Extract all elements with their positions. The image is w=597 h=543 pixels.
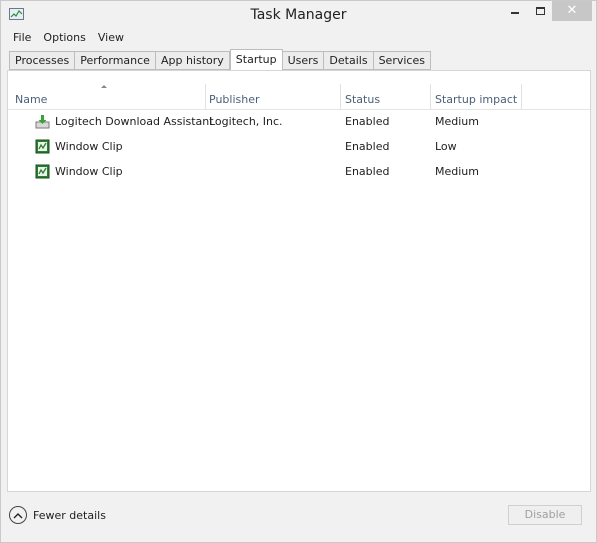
menu-view[interactable]: View [92, 30, 130, 46]
tab-details[interactable]: Details [324, 51, 374, 70]
tab-strip: Processes Performance App history Startu… [9, 49, 431, 71]
row-name: Window Clip [55, 140, 123, 153]
menu-options[interactable]: Options [37, 30, 91, 46]
task-manager-window: Task Manager ✕ File Options View Process… [0, 0, 597, 543]
row-startup-impact: Medium [435, 115, 479, 128]
maximize-icon [535, 7, 545, 15]
column-header-status[interactable]: Status [345, 91, 430, 109]
minimize-button[interactable] [502, 1, 528, 21]
column-divider[interactable] [521, 84, 522, 109]
minimize-icon [511, 12, 519, 14]
startup-list: Name Publisher Status Startup impact Log… [7, 70, 591, 492]
tab-performance[interactable]: Performance [75, 51, 156, 70]
tab-app-history[interactable]: App history [155, 51, 230, 70]
column-divider[interactable] [430, 84, 431, 109]
window-clip-icon [35, 139, 50, 154]
row-name: Logitech Download Assistant [55, 115, 214, 128]
close-button[interactable]: ✕ [552, 1, 592, 21]
close-icon: ✕ [566, 3, 578, 18]
disable-button[interactable]: Disable [508, 505, 582, 525]
sort-ascending-icon [101, 85, 107, 88]
column-header-name[interactable]: Name [15, 91, 205, 109]
column-divider[interactable] [340, 84, 341, 109]
table-row[interactable]: Window Clip Enabled Medium [8, 159, 590, 184]
window-clip-icon [35, 164, 50, 179]
row-status: Enabled [345, 165, 390, 178]
row-startup-impact: Medium [435, 165, 479, 178]
menu-bar: File Options View [7, 30, 130, 46]
row-startup-impact: Low [435, 140, 457, 153]
title-bar[interactable]: Task Manager ✕ [1, 1, 596, 30]
row-status: Enabled [345, 115, 390, 128]
fewer-details-toggle[interactable]: Fewer details [9, 505, 106, 525]
tab-processes[interactable]: Processes [9, 51, 76, 70]
table-row[interactable]: Logitech Download Assistant Logitech, In… [8, 109, 590, 134]
table-row[interactable]: Window Clip Enabled Low [8, 134, 590, 159]
column-header-startup-impact[interactable]: Startup impact [435, 91, 520, 109]
row-status: Enabled [345, 140, 390, 153]
row-publisher: Logitech, Inc. [209, 115, 283, 128]
download-assistant-icon [35, 115, 50, 129]
tab-users[interactable]: Users [282, 51, 325, 70]
footer-bar: Fewer details Disable [1, 493, 596, 542]
row-name: Window Clip [55, 165, 123, 178]
column-divider[interactable] [205, 84, 206, 109]
chevron-up-icon [9, 506, 27, 524]
maximize-button[interactable] [528, 1, 552, 21]
menu-file[interactable]: File [7, 30, 37, 46]
tab-services[interactable]: Services [373, 51, 431, 70]
tab-startup[interactable]: Startup [229, 49, 283, 71]
fewer-details-label: Fewer details [33, 508, 106, 522]
column-header-publisher[interactable]: Publisher [209, 91, 339, 109]
